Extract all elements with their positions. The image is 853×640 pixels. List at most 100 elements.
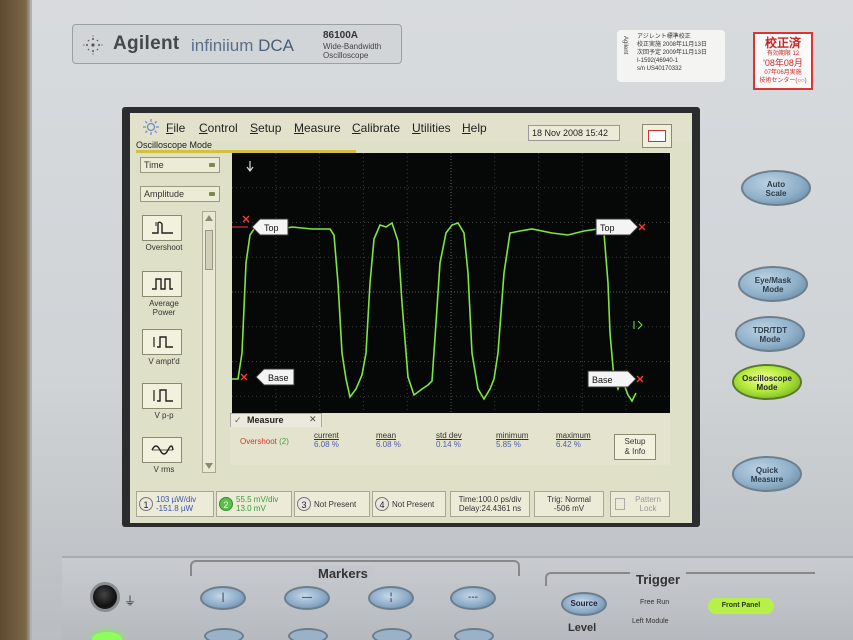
menu-control[interactable]: Control [199, 121, 238, 135]
v-amptd-icon [153, 336, 173, 348]
overshoot-icon [152, 221, 173, 234]
top-marker-right-text: Top [600, 223, 615, 233]
ground-terminal-knob[interactable] [90, 582, 120, 612]
scroll-up-icon[interactable] [205, 215, 213, 221]
calibration-label: Agilent アジレント標準校正 校正実施 2008年11月13日 次回予定 … [617, 30, 725, 82]
free-run-label: Free Run [640, 599, 670, 606]
ground-icon: ⏚ [124, 594, 137, 608]
channel-2-offset: 13.0 mV [236, 504, 266, 513]
channel-3-badge: 3 [297, 497, 311, 511]
auto-scale-line-2: Scale [765, 189, 787, 198]
channel-1-text: 103 µW/div -151.8 µW [156, 495, 196, 513]
menu-file[interactable]: File [166, 121, 185, 135]
amplitude-dropdown[interactable]: Amplitude [140, 186, 220, 202]
channel-1-scale: 103 µW/div [156, 495, 197, 504]
date-time-display: 18 Nov 2008 15:42 [528, 125, 620, 141]
overshoot-button[interactable] [142, 215, 182, 241]
measurement-channel: (2) [279, 437, 289, 446]
pattern-lock-line-2: Lock [639, 504, 657, 513]
calibrated-sticker: 校正済 有効期限 12 '08年08月 07年06月実施 技術センター(○○) [753, 32, 813, 90]
time-dropdown[interactable]: Time [140, 157, 220, 173]
header-minimum: minimum [496, 431, 529, 440]
marker-2-button[interactable]: — [284, 586, 330, 610]
close-icon[interactable]: ✕ [309, 414, 317, 425]
oscilloscope-mode-button[interactable]: Oscilloscope Mode [732, 364, 802, 400]
sticker-line-3: 07年06月実施 [764, 70, 802, 76]
menu-help[interactable]: Help [462, 121, 487, 135]
marker-4-button[interactable]: --- [450, 586, 496, 610]
sun-icon[interactable] [142, 118, 160, 136]
base-marker-right-text: Base [592, 375, 613, 385]
menu-calibrate[interactable]: Calibrate [352, 121, 400, 135]
quick-measure-button[interactable]: Quick Measure [732, 456, 802, 492]
left-module-label: Left Module [632, 618, 669, 625]
measure-tab[interactable]: ✓ Measure ✕ [230, 413, 322, 427]
channel-2-offset-icon [633, 320, 643, 330]
v-amptd-button[interactable] [142, 329, 182, 355]
trigger-level: -506 mV [553, 504, 585, 513]
calibration-line-2: 校正実施 2008年11月13日 [637, 42, 707, 48]
timebase-text: Time:100.0 ps/div Delay:24.4361 ns [451, 495, 529, 513]
marker-3-button[interactable]: ¦ [368, 586, 414, 610]
trigger-mode: Trig: Normal [547, 495, 591, 504]
channel-1-status[interactable]: 1 103 µW/div -151.8 µW [136, 491, 214, 517]
v-rms-label: V rms [153, 465, 175, 474]
trigger-status[interactable]: Trig: Normal -506 mV [534, 491, 604, 517]
calibration-line-5: s/n US40170332 [637, 66, 682, 72]
menu-utilities[interactable]: Utilities [412, 121, 451, 135]
channel-4-status[interactable]: 4 Not Present [372, 491, 446, 517]
timebase-status[interactable]: Time:100.0 ps/div Delay:24.4361 ns [450, 491, 530, 517]
model-number: 86100A [323, 30, 359, 41]
measurement-results-panel: ✓ Measure ✕ Overshoot (2) current mean s… [230, 413, 670, 465]
marker-lower-3-button[interactable] [372, 628, 412, 640]
average-power-button[interactable] [142, 271, 182, 297]
setup-info-line-1: Setup [624, 437, 646, 446]
model-desc-2: Oscilloscope [323, 51, 369, 60]
front-panel-button[interactable]: Front Panel [708, 598, 774, 614]
mode-label: Oscilloscope Mode [136, 140, 213, 150]
status-bar: 1 103 µW/div -151.8 µW 2 55.5 mV/div 13.0 … [136, 491, 686, 519]
average-power-label: Average Power [149, 299, 179, 317]
menu-measure[interactable]: Measure [294, 121, 341, 135]
auto-scale-button[interactable]: Auto Scale [741, 170, 811, 206]
status-led [92, 632, 122, 640]
display-screen: File Control Setup Measure Calibrate Uti… [130, 113, 692, 523]
sticker-line-1: 有効期限 12 [766, 51, 800, 57]
sticker-line-4: 技術センター(○○) [759, 78, 807, 84]
source-button[interactable]: Source [561, 592, 607, 616]
v-pp-button[interactable] [142, 383, 182, 409]
sticker-title: 校正済 [764, 36, 801, 50]
checkmark-icon: ✓ [234, 415, 242, 425]
product-line-2: DCA [258, 36, 294, 55]
v-rms-button[interactable] [142, 437, 182, 463]
measurement-name: Overshoot (2) [240, 437, 289, 446]
v-amptd-label: V ampt'd [148, 357, 180, 366]
pattern-lock-button[interactable]: Pattern Lock [610, 491, 670, 517]
auto-scale-line-1: Auto [766, 180, 786, 189]
marker-lower-4-button[interactable] [454, 628, 494, 640]
channel-3-status[interactable]: 3 Not Present [294, 491, 370, 517]
channel-2-text: 55.5 mV/div 13.0 mV [236, 495, 278, 513]
setup-info-button[interactable]: Setup & Info [614, 434, 656, 460]
quick-measure-line-1: Quick [755, 466, 779, 475]
eye-mask-mode-button[interactable]: Eye/Mask Mode [738, 266, 808, 302]
marker-lower-2-button[interactable] [288, 628, 328, 640]
header-mean: mean [376, 431, 397, 440]
level-label: Level [568, 622, 597, 634]
menu-setup[interactable]: Setup [250, 121, 281, 135]
help-button[interactable] [642, 124, 672, 148]
scroll-down-icon[interactable] [205, 463, 213, 469]
channel-2-status[interactable]: 2 55.5 mV/div 13.0 mV [216, 491, 292, 517]
marker-lower-1-button[interactable] [204, 628, 244, 640]
palette-scrollbar[interactable] [202, 211, 216, 473]
menu-bar: File Control Setup Measure Calibrate Uti… [130, 113, 692, 148]
value-minimum: 5.85 % [496, 440, 521, 449]
scroll-thumb[interactable] [205, 230, 213, 270]
channel-2-badge: 2 [219, 497, 233, 511]
tdr-tdt-mode-button[interactable]: TDR/TDT Mode [735, 316, 805, 352]
overshoot-label: Overshoot [145, 243, 183, 252]
waveform-display[interactable]: Top Top Base Base [232, 153, 670, 431]
marker-1-button[interactable]: | [200, 586, 246, 610]
oscilloscope-photo: Agilent infiniium DCA 86100A Wide-Bandwi… [0, 0, 853, 640]
value-mean: 6.08 % [376, 440, 401, 449]
